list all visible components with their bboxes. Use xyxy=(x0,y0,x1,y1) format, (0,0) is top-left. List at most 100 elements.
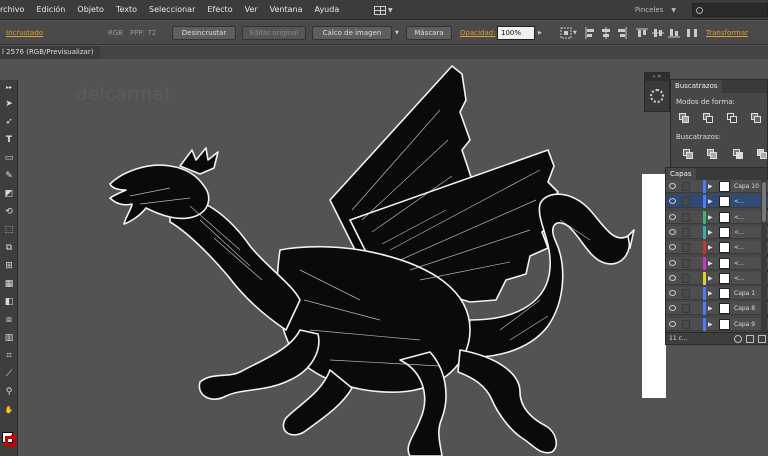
layer-color-bar xyxy=(703,302,706,316)
layer-name: Capa 1 xyxy=(734,290,756,298)
hind-leg-right xyxy=(457,349,558,454)
expand-triangle-icon[interactable]: ▶ xyxy=(708,226,713,239)
crop-icon[interactable] xyxy=(757,149,767,159)
layer-row[interactable]: ▶ <... xyxy=(666,241,768,255)
panel-collapse-icon[interactable]: » ✕ xyxy=(645,73,669,81)
layer-row[interactable]: ▶ Capa 8 xyxy=(666,302,768,316)
exclude-icon[interactable] xyxy=(751,113,761,123)
dragon-head xyxy=(109,164,210,225)
layer-row[interactable]: ▶ Capa 10 xyxy=(666,180,768,193)
layer-name: <... xyxy=(734,259,745,267)
layer-name: Capa 8 xyxy=(734,305,756,313)
eye-icon[interactable] xyxy=(669,183,676,189)
layer-thumbnail xyxy=(719,303,730,315)
merge-icon[interactable] xyxy=(733,149,743,159)
layer-row[interactable]: ▶ <... xyxy=(666,271,768,285)
tab-layers[interactable]: Capas xyxy=(666,168,696,180)
layer-row[interactable]: ▶ <... xyxy=(666,210,768,224)
layer-row[interactable]: ▶ Capa 9 xyxy=(666,317,768,331)
eye-icon[interactable] xyxy=(669,198,676,205)
layer-name: <... xyxy=(734,213,745,221)
make-clipping-mask-icon[interactable] xyxy=(746,335,754,343)
layer-name: <... xyxy=(734,244,745,252)
lock-toggle[interactable] xyxy=(682,243,690,253)
layer-thumbnail xyxy=(719,196,730,208)
expand-triangle-icon[interactable]: ▶ xyxy=(708,180,713,193)
layer-name: Capa 10 xyxy=(734,183,759,190)
layers-footer: 11 c... xyxy=(666,332,768,344)
scroll-thumb[interactable] xyxy=(762,182,766,222)
expand-triangle-icon[interactable]: ▶ xyxy=(708,272,713,285)
layer-thumbnail xyxy=(719,318,730,330)
layer-count: 11 c... xyxy=(669,335,688,342)
eye-icon[interactable] xyxy=(669,320,676,327)
lock-toggle[interactable] xyxy=(682,289,690,299)
lock-toggle[interactable] xyxy=(682,304,690,314)
eye-icon[interactable] xyxy=(669,274,676,281)
layer-name: <... xyxy=(734,228,745,236)
lock-toggle[interactable] xyxy=(682,273,690,283)
lock-toggle[interactable] xyxy=(682,258,690,268)
pathfinders-label: Buscatrazos: xyxy=(676,133,721,141)
layer-thumbnail xyxy=(719,181,730,192)
layer-thumbnail xyxy=(719,226,730,238)
layer-color-bar xyxy=(703,210,706,224)
layers-panel: Capas ▶ Capa 10 ▶ <... ▶ <... ▶ <... ▶ <... ▶ <... ▶… xyxy=(665,167,768,345)
appearance-panel-icon[interactable] xyxy=(650,89,664,103)
eye-icon[interactable] xyxy=(669,290,676,297)
layer-row[interactable]: ▶ <... xyxy=(666,195,768,209)
shape-modes-label: Modos de forma: xyxy=(676,98,735,106)
locate-object-icon[interactable] xyxy=(734,335,742,343)
collapsed-panel-dock: » ✕ xyxy=(644,72,670,112)
layer-thumbnail xyxy=(719,211,730,223)
layer-thumbnail xyxy=(719,242,730,254)
layer-color-bar xyxy=(703,256,706,270)
pathfinder-panel: Buscatrazos Modos de forma: Buscatrazos: xyxy=(670,79,768,169)
expand-triangle-icon[interactable]: ▶ xyxy=(708,195,713,208)
expand-triangle-icon[interactable]: ▶ xyxy=(708,287,713,300)
lock-toggle[interactable] xyxy=(682,197,690,207)
eye-icon[interactable] xyxy=(669,228,676,235)
expand-triangle-icon[interactable]: ▶ xyxy=(708,241,713,254)
trim-icon[interactable] xyxy=(707,149,717,159)
layer-thumbnail xyxy=(719,257,730,269)
lock-toggle[interactable] xyxy=(682,182,690,191)
layer-row[interactable]: ▶ Capa 1 xyxy=(666,287,768,301)
pathfinder-tabrow: Buscatrazos xyxy=(671,80,767,93)
layer-row[interactable]: ▶ <... xyxy=(666,256,768,270)
expand-triangle-icon[interactable]: ▶ xyxy=(708,257,713,270)
layer-color-bar xyxy=(703,317,706,331)
dragon-illustration[interactable] xyxy=(0,0,768,456)
eye-icon[interactable] xyxy=(669,259,676,266)
layer-color-bar xyxy=(703,287,706,301)
tab-pathfinder[interactable]: Buscatrazos xyxy=(671,80,722,93)
unite-icon[interactable] xyxy=(679,113,689,123)
eye-icon[interactable] xyxy=(669,305,676,312)
layers-scrollbar[interactable] xyxy=(761,180,767,333)
layer-color-bar xyxy=(703,180,706,193)
layer-name: <... xyxy=(734,198,745,206)
eye-icon[interactable] xyxy=(669,244,676,251)
lock-toggle[interactable] xyxy=(682,212,690,222)
new-layer-icon[interactable] xyxy=(758,335,766,343)
layer-thumbnail xyxy=(719,288,730,300)
intersect-icon[interactable] xyxy=(727,113,737,123)
front-leg xyxy=(198,329,320,400)
layer-row[interactable]: ▶ <... xyxy=(666,225,768,239)
layer-color-bar xyxy=(703,271,706,285)
expand-triangle-icon[interactable]: ▶ xyxy=(708,211,713,224)
layer-thumbnail xyxy=(719,272,730,284)
lock-toggle[interactable] xyxy=(682,227,690,237)
eye-icon[interactable] xyxy=(669,213,676,220)
expand-triangle-icon[interactable]: ▶ xyxy=(708,302,713,315)
front-leg-lower xyxy=(282,369,353,436)
layer-name: <... xyxy=(734,274,745,282)
layers-tabrow: Capas xyxy=(666,168,767,180)
divide-icon[interactable] xyxy=(683,149,693,159)
minus-front-icon[interactable] xyxy=(703,113,713,123)
layer-color-bar xyxy=(703,225,706,239)
layer-color-bar xyxy=(703,241,706,255)
lock-toggle[interactable] xyxy=(682,319,690,329)
layer-color-bar xyxy=(703,195,706,209)
expand-triangle-icon[interactable]: ▶ xyxy=(708,318,713,331)
